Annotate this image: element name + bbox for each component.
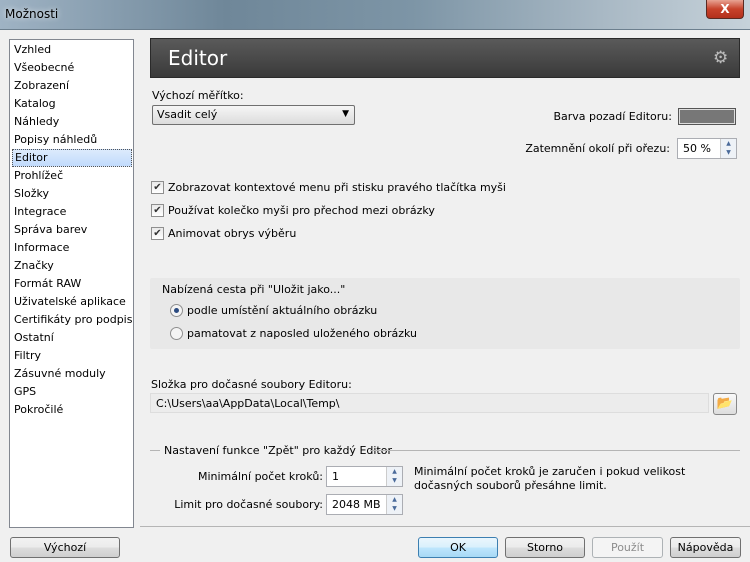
bg-color-picker[interactable] — [678, 108, 736, 125]
checkbox-icon[interactable]: ✔ — [151, 204, 164, 217]
sidebar-item-gps[interactable]: GPS — [12, 383, 132, 401]
min-steps-label: Minimální počet kroků: — [197, 470, 323, 483]
spin-arrows-icon[interactable]: ▲ ▼ — [386, 495, 402, 514]
sidebar-item-filtry[interactable]: Filtry — [12, 347, 132, 365]
title-bar — [0, 0, 750, 30]
bg-color-label: Barva pozadí Editoru: — [553, 110, 672, 123]
radio-last-saved[interactable]: pamatovat z naposled uloženého obrázku — [170, 327, 417, 340]
checkbox-option[interactable]: ✔ Animovat obrys výběru — [151, 227, 296, 240]
sidebar-item-zobrazení[interactable]: Zobrazení — [12, 77, 132, 95]
default-button[interactable]: Výchozí — [10, 537, 120, 558]
checkbox-label: Animovat obrys výběru — [168, 227, 297, 240]
min-steps-value: 1 — [332, 470, 339, 483]
min-steps-stepper[interactable]: 1 ▲ ▼ — [326, 466, 403, 487]
sidebar-item-značky[interactable]: Značky — [12, 257, 132, 275]
sidebar-item-vzhled[interactable]: Vzhled — [12, 41, 132, 59]
radio-icon[interactable] — [170, 304, 183, 317]
divider — [140, 526, 750, 527]
ok-button[interactable]: OK — [418, 537, 498, 558]
window-title: Možnosti — [5, 7, 59, 21]
sidebar-item-popisy-náhledů[interactable]: Popisy náhledů — [12, 131, 132, 149]
sidebar-item-ostatní[interactable]: Ostatní — [12, 329, 132, 347]
sidebar-item-formát-raw[interactable]: Formát RAW — [12, 275, 132, 293]
zoom-label: Výchozí měřítko: — [152, 89, 244, 102]
radio-label: pamatovat z naposled uloženého obrázku — [187, 327, 418, 340]
checkbox-label: Používat kolečko myši pro přechod mezi o… — [168, 204, 435, 217]
temp-folder-input[interactable]: C:\Users\aa\AppData\Local\Temp\ — [150, 393, 709, 413]
limit-stepper[interactable]: 2048 MB ▲ ▼ — [326, 494, 403, 515]
folder-icon: 📂 — [716, 396, 734, 411]
radio-label: podle umístění aktuálního obrázku — [187, 304, 378, 317]
chevron-down-icon: ▼ — [342, 109, 349, 119]
checkbox-option[interactable]: ✔ Zobrazovat kontextové menu při stisku p… — [151, 181, 506, 194]
sidebar-item-editor[interactable]: Editor — [12, 149, 132, 167]
section-header: Editor ⚙ — [150, 38, 740, 78]
undo-title: Nastavení funkce "Zpět" pro každý Editor — [164, 444, 392, 457]
sidebar-item-pokročilé[interactable]: Pokročilé — [12, 401, 132, 419]
darken-value: 50 % — [683, 142, 711, 155]
temp-folder-label: Složka pro dočasné soubory Editoru: — [151, 378, 352, 391]
checkbox-icon[interactable]: ✔ — [151, 227, 164, 240]
sidebar-item-zásuvné-moduly[interactable]: Zásuvné moduly — [12, 365, 132, 383]
spin-arrows-icon[interactable]: ▲ ▼ — [386, 467, 402, 486]
sidebar-item-správa-barev[interactable]: Správa barev — [12, 221, 132, 239]
radio-icon[interactable] — [170, 327, 183, 340]
sidebar-item-uživatelské-aplikace[interactable]: Uživatelské aplikace — [12, 293, 132, 311]
sidebar-item-katalog[interactable]: Katalog — [12, 95, 132, 113]
browse-folder-button[interactable]: 📂 — [713, 393, 737, 415]
save-path-title: Nabízená cesta při "Uložit jako..." — [162, 283, 346, 296]
sidebar: Vzhled Všeobecné Zobrazení Katalog Náhledy Po… — [9, 39, 134, 528]
help-button[interactable]: Nápověda — [670, 537, 741, 558]
spin-arrows-icon[interactable]: ▲ ▼ — [720, 139, 736, 158]
sidebar-item-náhledy[interactable]: Náhledy — [12, 113, 132, 131]
divider — [370, 450, 740, 451]
close-button[interactable]: X — [706, 0, 744, 19]
gear-icon[interactable]: ⚙ — [713, 48, 728, 68]
cancel-button[interactable]: Storno — [505, 537, 585, 558]
sidebar-item-informace[interactable]: Informace — [12, 239, 132, 257]
darken-label: Zatemnění okolí při ořezu: — [525, 142, 670, 155]
radio-current-image[interactable]: podle umístění aktuálního obrázku — [170, 304, 377, 317]
checkbox-icon[interactable]: ✔ — [151, 181, 164, 194]
zoom-value: Vsadit celý — [157, 108, 218, 121]
undo-note: Minimální počet kroků je zaručen i pokud… — [414, 465, 686, 492]
darken-stepper[interactable]: 50 % ▲ ▼ — [677, 138, 737, 159]
sidebar-item-integrace[interactable]: Integrace — [12, 203, 132, 221]
zoom-select[interactable]: Vsadit celý ▼ — [152, 105, 355, 125]
limit-label: Limit pro dočasné soubory: — [174, 498, 323, 511]
sidebar-item-prohlížeč[interactable]: Prohlížeč — [12, 167, 132, 185]
sidebar-item-složky[interactable]: Složky — [12, 185, 132, 203]
sidebar-item-všeobecné[interactable]: Všeobecné — [12, 59, 132, 77]
apply-button[interactable]: Použít — [592, 537, 663, 558]
checkbox-label: Zobrazovat kontextové menu při stisku pr… — [168, 181, 506, 194]
limit-value: 2048 MB — [332, 498, 381, 511]
divider — [150, 450, 160, 451]
sidebar-item-certifikáty-pro-podpis[interactable]: Certifikáty pro podpis — [12, 311, 132, 329]
page-title: Editor — [168, 46, 228, 70]
checkbox-option[interactable]: ✔ Používat kolečko myši pro přechod mezi … — [151, 204, 435, 217]
